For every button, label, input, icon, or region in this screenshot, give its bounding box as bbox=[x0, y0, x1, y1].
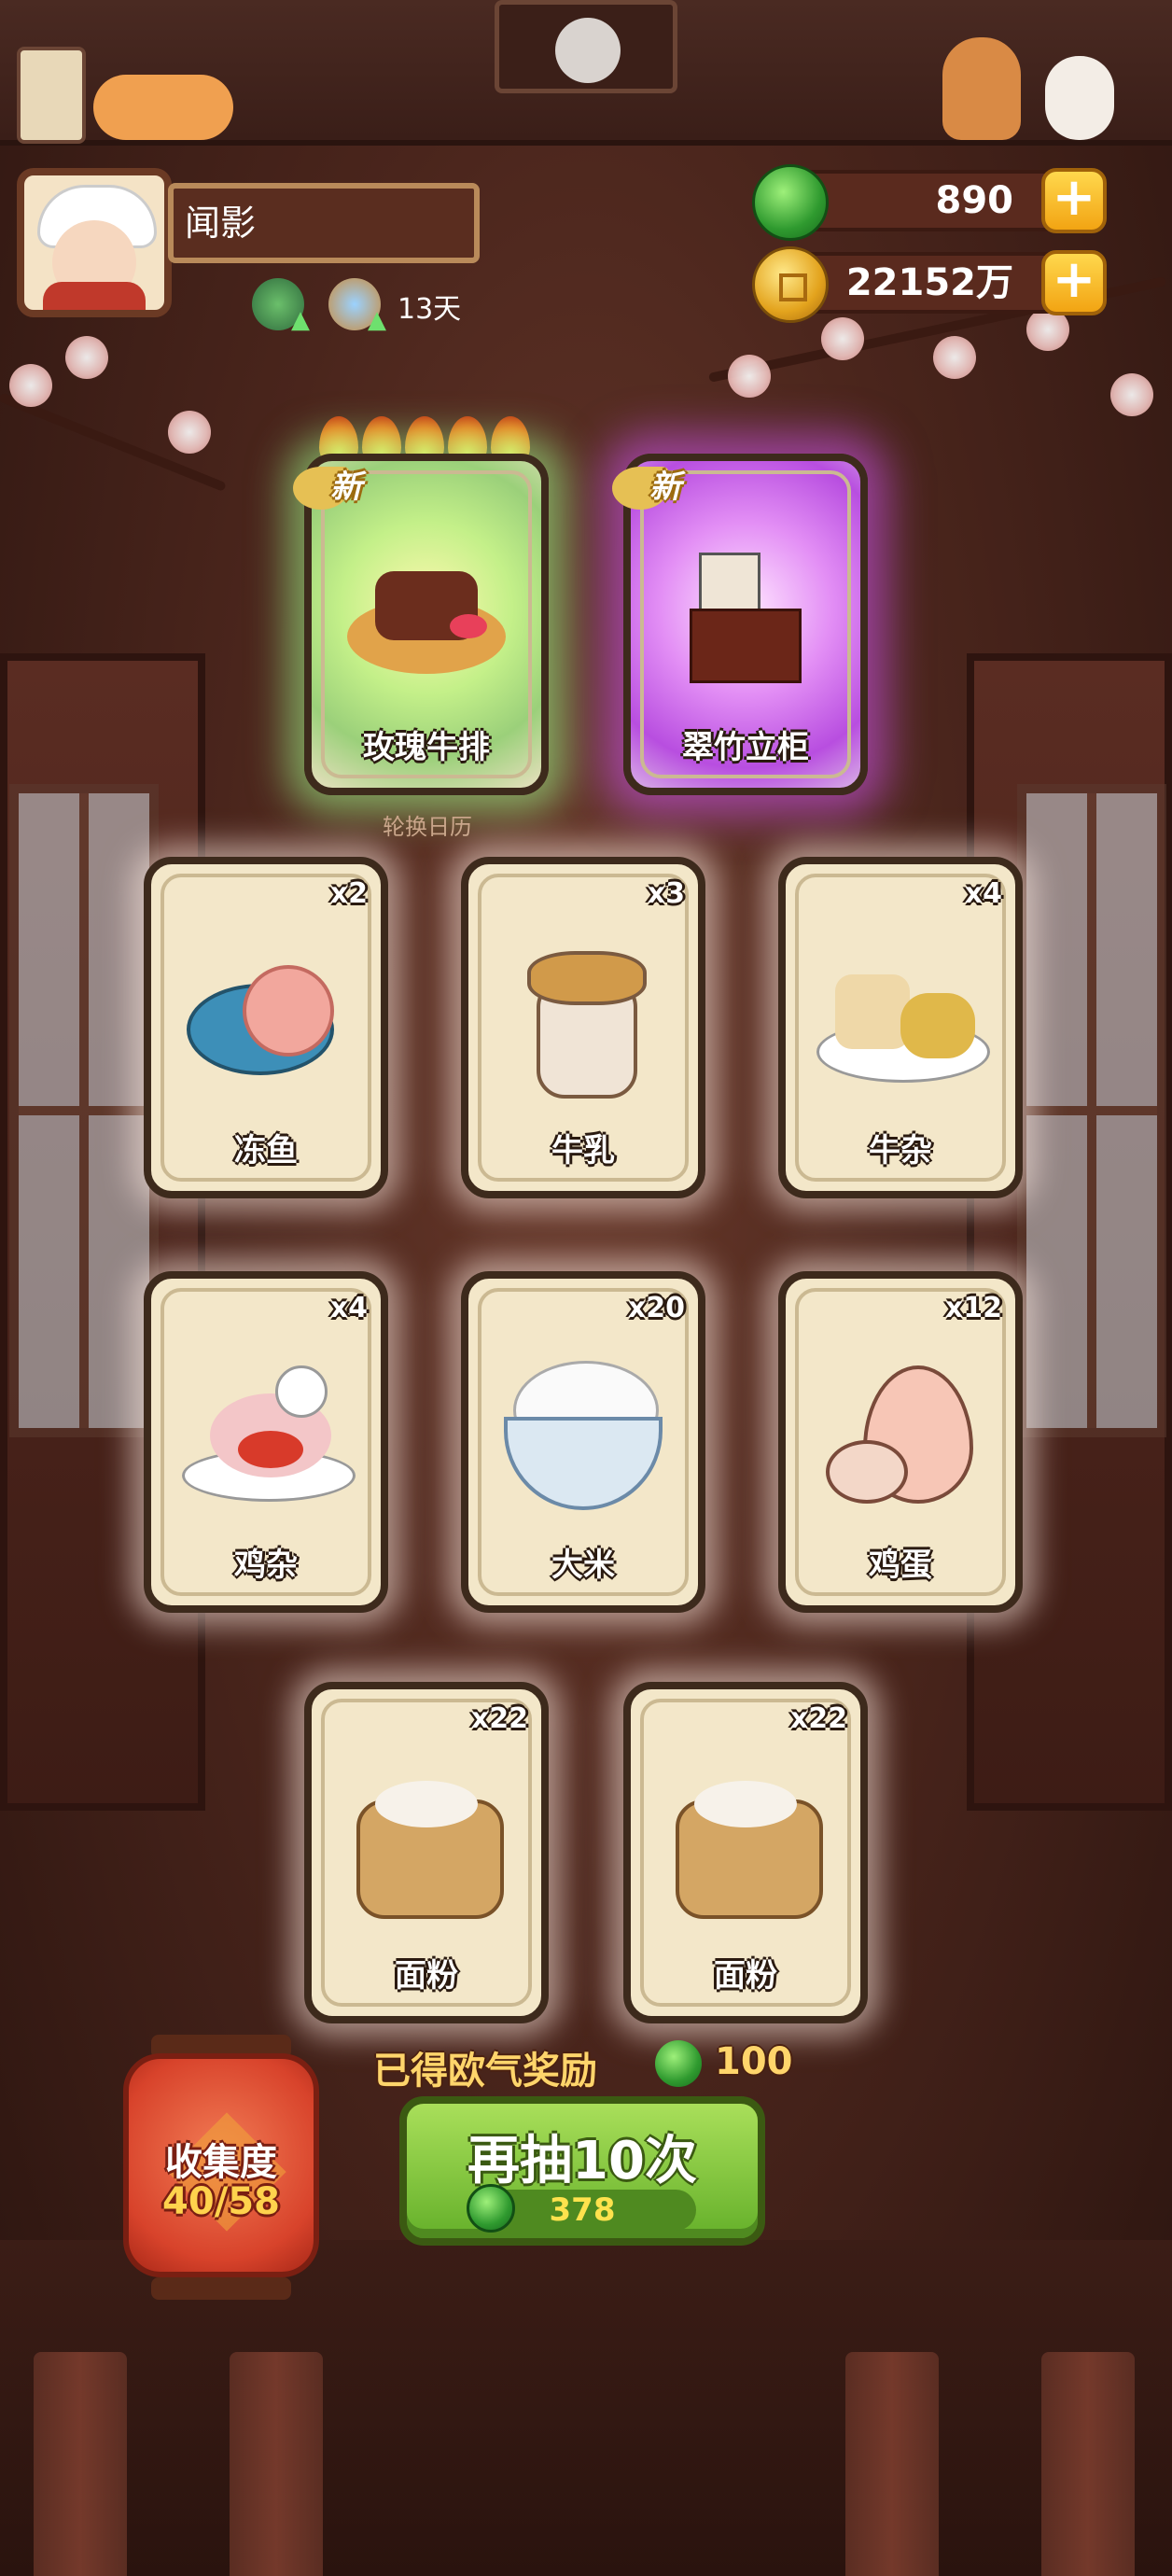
buff-icon[interactable]: ▲ bbox=[328, 278, 386, 334]
blossom-flower bbox=[728, 355, 771, 398]
beef-offal-icon bbox=[816, 956, 990, 1086]
cat-decoration-icon bbox=[1045, 56, 1114, 140]
gold-coin-icon bbox=[752, 246, 829, 323]
item-quantity: x22 bbox=[470, 1702, 528, 1735]
item-card[interactable]: x20 大米 bbox=[461, 1271, 705, 1613]
blossom-flower bbox=[9, 364, 52, 407]
item-quantity: x4 bbox=[329, 1292, 368, 1324]
item-card[interactable]: x3 牛乳 bbox=[461, 857, 705, 1198]
item-card[interactable]: x22 面粉 bbox=[623, 1682, 868, 2023]
player-name: 闻影 bbox=[168, 183, 480, 263]
blossom-flower bbox=[933, 336, 976, 379]
left-window bbox=[9, 784, 159, 1437]
flour-sack-icon bbox=[347, 1771, 506, 1921]
item-quantity: x2 bbox=[329, 877, 368, 910]
item-card[interactable]: x2 冻鱼 bbox=[144, 857, 388, 1198]
add-gold-button[interactable]: + bbox=[1041, 250, 1107, 315]
item-card[interactable]: x22 面粉 bbox=[304, 1682, 549, 2023]
new-badge: 新 bbox=[293, 457, 414, 519]
milk-jar-icon bbox=[527, 951, 647, 1099]
hanging-portrait bbox=[495, 0, 677, 93]
rotation-calendar-label[interactable]: 轮换日历 bbox=[373, 808, 481, 841]
item-card[interactable]: x4 鸡杂 bbox=[144, 1271, 388, 1613]
jade-icon bbox=[752, 164, 829, 241]
item-quantity: x12 bbox=[944, 1292, 1002, 1324]
egg-icon bbox=[826, 1365, 975, 1505]
item-name: 面粉 bbox=[714, 1957, 777, 1995]
item-name: 大米 bbox=[551, 1547, 615, 1584]
collection-progress: 40/58 bbox=[162, 2180, 280, 2223]
cat-decoration-icon bbox=[93, 75, 233, 140]
draw-cost: 378 bbox=[549, 2191, 616, 2229]
player-avatar[interactable] bbox=[17, 168, 172, 317]
draw-again-button[interactable]: 再抽10次 378 bbox=[399, 2096, 765, 2246]
item-card[interactable]: x4 牛杂 bbox=[778, 857, 1023, 1198]
new-badge: 新 bbox=[612, 457, 733, 519]
add-jade-button[interactable]: + bbox=[1041, 168, 1107, 233]
frozen-fish-icon bbox=[187, 956, 345, 1086]
draw-again-label: 再抽10次 bbox=[467, 2131, 697, 2191]
arrow-up-icon: ▲ bbox=[368, 306, 386, 334]
girl-figure-icon bbox=[942, 37, 1021, 140]
scroll-icon[interactable] bbox=[17, 47, 86, 144]
item-quantity: x22 bbox=[789, 1702, 847, 1735]
card-label: 翠竹立柜 bbox=[682, 729, 809, 766]
item-name: 牛杂 bbox=[869, 1132, 932, 1169]
arrow-up-icon: ▲ bbox=[291, 306, 310, 334]
fence-post bbox=[1041, 2352, 1135, 2576]
cabinet-icon bbox=[690, 553, 802, 683]
item-quantity: x3 bbox=[647, 877, 685, 910]
item-card[interactable]: x12 鸡蛋 bbox=[778, 1271, 1023, 1613]
blossom-flower bbox=[821, 317, 864, 360]
fence-post bbox=[34, 2352, 127, 2576]
raccoon-portrait-icon bbox=[555, 18, 621, 83]
blossom-flower bbox=[65, 336, 108, 379]
card-label: 玫瑰牛排 bbox=[363, 729, 490, 766]
rice-bowl-icon bbox=[504, 1361, 663, 1510]
steak-icon bbox=[347, 562, 506, 674]
item-name: 面粉 bbox=[395, 1957, 458, 1995]
fence-post bbox=[845, 2352, 939, 2576]
jade-icon bbox=[655, 2040, 702, 2087]
featured-card-steak[interactable]: 玫瑰牛排 新 bbox=[293, 454, 549, 795]
luck-reward-label: 已得欧气奖励 bbox=[373, 2050, 597, 2093]
collection-title: 收集度 bbox=[165, 2141, 277, 2184]
item-name: 鸡杂 bbox=[234, 1547, 298, 1584]
fence-post bbox=[230, 2352, 323, 2576]
buff-icon[interactable]: ▲ bbox=[252, 278, 310, 334]
collection-lantern-button[interactable]: 收集度 40/58 bbox=[123, 2035, 319, 2305]
item-quantity: x20 bbox=[627, 1292, 685, 1324]
item-name: 牛乳 bbox=[551, 1132, 615, 1169]
chicken-offal-icon bbox=[182, 1365, 356, 1505]
flour-sack-icon bbox=[666, 1771, 825, 1921]
blossom-flower bbox=[168, 411, 211, 454]
luck-reward-value: 100 bbox=[715, 2040, 793, 2083]
buff-duration: 13天 bbox=[398, 293, 462, 326]
right-window bbox=[1017, 784, 1166, 1437]
item-quantity: x4 bbox=[964, 877, 1002, 910]
blossom-flower bbox=[1110, 373, 1153, 416]
featured-card-cabinet[interactable]: 翠竹立柜 新 bbox=[612, 454, 868, 795]
item-name: 冻鱼 bbox=[234, 1132, 298, 1169]
item-name: 鸡蛋 bbox=[869, 1547, 932, 1584]
